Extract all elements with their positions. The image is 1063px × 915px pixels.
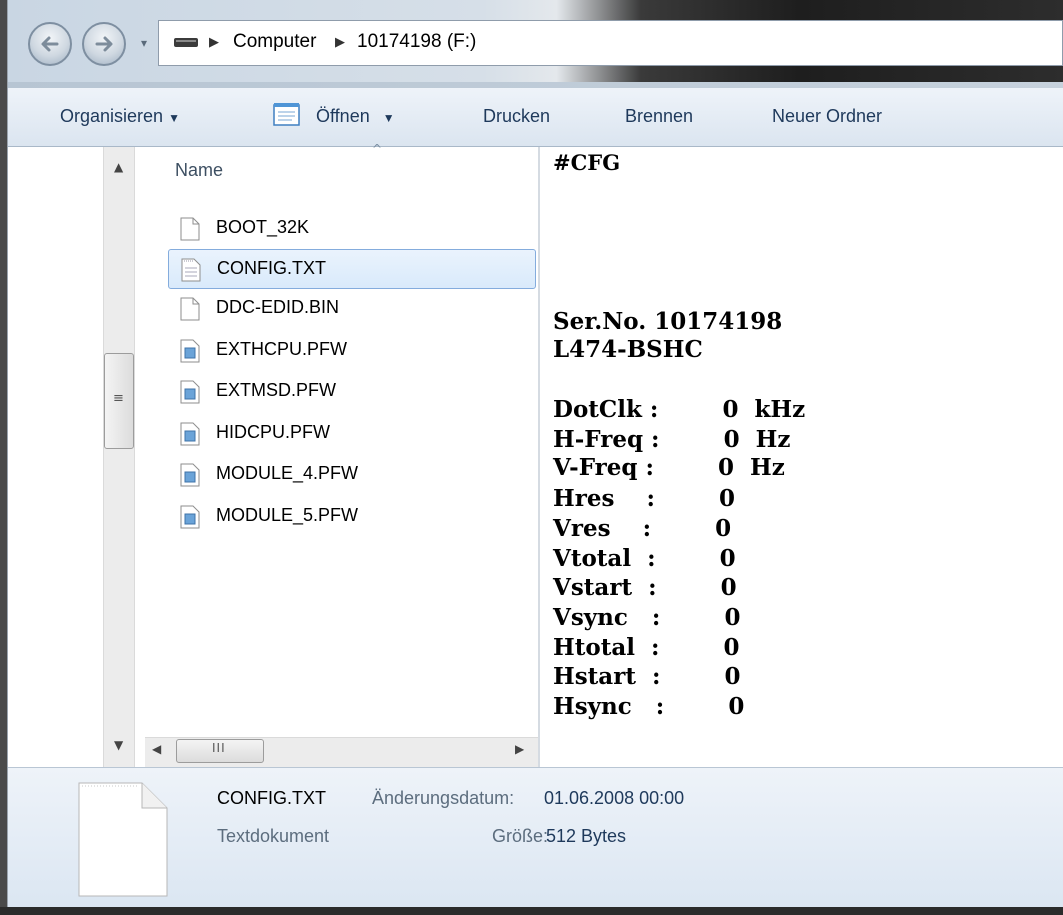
window-left-edge	[0, 0, 7, 915]
window-bottom-edge	[0, 907, 1063, 915]
explorer-window: ▾ ▶ Computer ▶ 10174198 (F:) Organisiere…	[0, 0, 1063, 915]
file-name: MODULE_5.PFW	[216, 505, 359, 525]
file-row[interactable]: EXTMSD.PFW	[168, 372, 536, 412]
preview-header: #CFG	[553, 150, 621, 175]
open-label: Öffnen	[316, 106, 370, 126]
firmware-file-icon	[180, 463, 200, 487]
file-name: EXTHCPU.PFW	[216, 339, 348, 359]
file-name: HIDCPU.PFW	[216, 422, 330, 442]
column-header-name[interactable]: Name	[175, 160, 223, 181]
open-button[interactable]: Öffnen ▼	[316, 106, 395, 127]
notepad-icon	[273, 103, 300, 126]
preview-param: Hstart : 0	[553, 663, 741, 690]
firmware-file-icon	[180, 505, 200, 529]
breadcrumb-drive[interactable]: 10174198 (F:)	[357, 31, 476, 53]
breadcrumb-computer[interactable]: Computer	[233, 31, 316, 53]
grip-icon: III	[212, 741, 226, 755]
chevron-down-icon: ▼	[382, 111, 395, 125]
details-size-label: Größe:	[492, 826, 549, 846]
scroll-up-icon[interactable]: ▲	[114, 160, 123, 174]
file-row-selected[interactable]: CONFIG.TXT	[168, 249, 536, 289]
preview-param: DotClk : 0 kHz	[553, 396, 806, 423]
preview-param: Vtotal : 0	[553, 545, 736, 572]
breadcrumb-arrow-icon[interactable]: ▶	[209, 35, 219, 50]
preview-serial: Ser.No. 10174198	[553, 308, 783, 335]
burn-button[interactable]: Brennen	[625, 106, 693, 127]
file-row[interactable]: MODULE_5.PFW	[168, 497, 536, 537]
address-bar[interactable]: ▶ Computer ▶ 10174198 (F:)	[158, 20, 1063, 66]
file-row[interactable]: BOOT_32K	[168, 209, 536, 249]
preview-param: Hres : 0	[553, 485, 736, 512]
vertical-scrollbar[interactable]	[103, 147, 135, 767]
details-size-value: 512 Bytes	[546, 826, 627, 846]
forward-arrow-icon	[95, 36, 113, 52]
preview-param: H-Freq : 0 Hz	[553, 426, 791, 453]
chevron-down-icon: ▼	[168, 111, 180, 125]
scroll-down-icon[interactable]: ▼	[114, 738, 123, 752]
back-button[interactable]	[28, 22, 72, 66]
organize-label: Organisieren	[60, 106, 164, 126]
preview-param: Vstart : 0	[553, 574, 737, 601]
file-name: BOOT_32K	[216, 217, 310, 237]
details-filename: CONFIG.TXT	[217, 788, 326, 808]
details-modified-value[interactable]: 01.06.2008 00:00	[544, 788, 684, 809]
preview-param: Vsync : 0	[553, 604, 741, 631]
preview-param: Hsync : 0	[553, 693, 745, 720]
file-row[interactable]: EXTHCPU.PFW	[168, 331, 536, 371]
back-arrow-icon	[41, 36, 59, 52]
file-row[interactable]: HIDCPU.PFW	[168, 414, 536, 454]
organize-button[interactable]: Organisieren ▼	[60, 106, 180, 127]
print-button[interactable]: Drucken	[483, 106, 550, 127]
firmware-file-icon	[180, 380, 200, 404]
preview-model: L474-BSHC	[553, 336, 703, 363]
file-row[interactable]: MODULE_4.PFW	[168, 455, 536, 495]
sort-ascending-icon: ^	[372, 142, 383, 156]
blank-file-icon	[180, 217, 200, 241]
file-name: MODULE_4.PFW	[216, 463, 359, 483]
recent-pages-dropdown-icon[interactable]: ▾	[141, 36, 147, 50]
details-type: Textdokument	[217, 826, 330, 846]
text-file-icon	[181, 258, 201, 282]
file-row[interactable]: DDC-EDID.BIN	[168, 289, 536, 329]
forward-button[interactable]	[82, 22, 126, 66]
scroll-right-icon[interactable]: ▶	[515, 742, 524, 756]
preview-param: V-Freq : 0 Hz	[553, 454, 785, 481]
blank-file-icon	[180, 297, 200, 321]
firmware-file-icon	[180, 422, 200, 446]
file-name: DDC-EDID.BIN	[216, 297, 340, 317]
text-document-icon	[78, 782, 168, 897]
grip-icon: ≡	[113, 391, 124, 406]
details-modified-label: Änderungsdatum:	[372, 788, 515, 808]
scroll-left-icon[interactable]: ◀	[152, 742, 161, 756]
file-name: CONFIG.TXT	[217, 258, 326, 278]
drive-icon	[174, 38, 198, 47]
breadcrumb-arrow-icon[interactable]: ▶	[335, 35, 345, 50]
preview-param: Htotal : 0	[553, 634, 740, 661]
firmware-file-icon	[180, 339, 200, 363]
file-name: EXTMSD.PFW	[216, 380, 336, 400]
preview-param: Vres : 0	[553, 515, 732, 542]
new-folder-button[interactable]: Neuer Ordner	[772, 106, 882, 127]
